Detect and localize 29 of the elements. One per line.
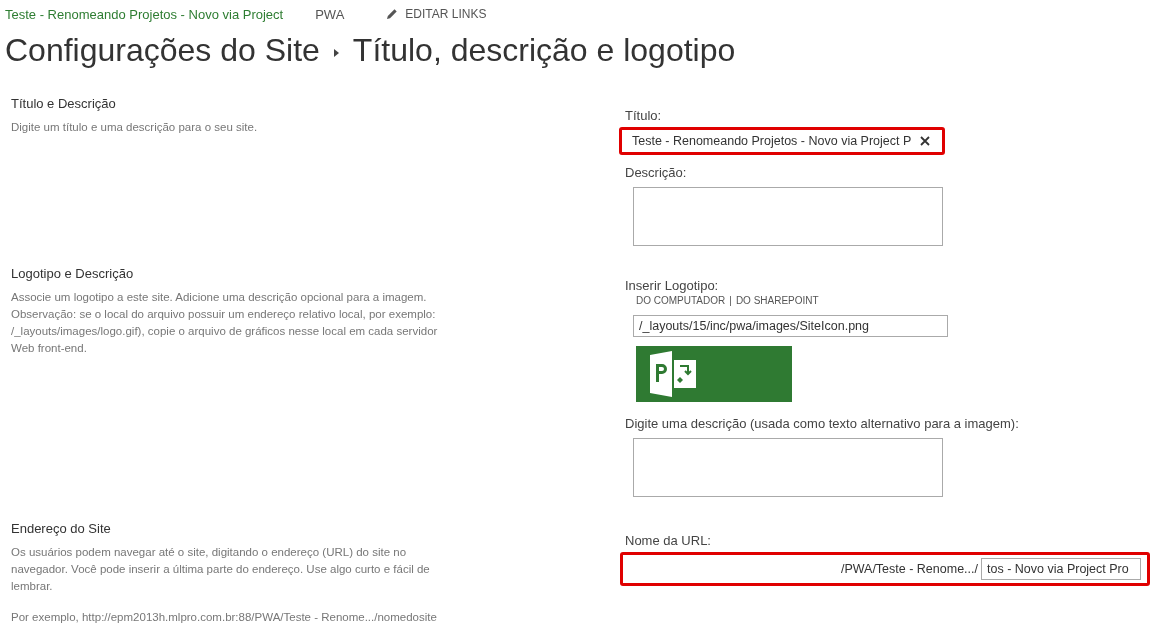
pencil-icon	[386, 8, 399, 20]
separator: |	[729, 295, 732, 306]
caret-icon	[333, 49, 339, 57]
page-title-parent[interactable]: Configurações do Site	[5, 31, 320, 69]
site-link[interactable]: Teste - Renomeando Projetos - Novo via Project	[5, 6, 284, 22]
logo-path-field[interactable]: /_layouts/15/inc/pwa/images/SiteIcon.png	[633, 315, 948, 337]
section-heading: Logotipo e Descrição	[11, 266, 135, 281]
section-description: Por exemplo, http://epm2013h.mlpro.com.br:88/PWA/Teste - Renome.../nomedosite	[11, 610, 438, 625]
page-title: Título, descrição e logotipo	[352, 31, 736, 69]
field-label: Inserir Logotipo:	[625, 278, 720, 293]
source-link[interactable]: DO SHAREPOINT	[735, 295, 819, 306]
field-label: Nome da URL:	[625, 533, 712, 548]
section-heading: Título e Descrição	[11, 96, 117, 111]
edit-links-link[interactable]: EDITAR LINKS	[386, 7, 487, 21]
field-label: Título:	[625, 108, 663, 123]
pwa-link[interactable]: PWA	[315, 6, 345, 22]
section-heading: Endereço do Site	[11, 521, 112, 536]
project-logo-icon	[636, 346, 792, 402]
description-input-field[interactable]	[633, 187, 943, 246]
description-input-field[interactable]	[633, 438, 943, 497]
field-label: Descrição:	[625, 165, 688, 180]
clear-icon[interactable]	[920, 136, 930, 146]
section-description: Os usuários podem navegar até o site, digitando o endereço (URL) do site no navegador. Você pode inserir a última parte do endereço. Use algo curto e fácil de lembrar.	[11, 545, 431, 594]
url-name-field[interactable]: tos - Novo via Project Pro	[981, 558, 1141, 580]
section-description: Digite um título e uma descrição para o seu site.	[11, 120, 259, 135]
source-link[interactable]: DO COMPUTADOR	[636, 295, 726, 306]
section-description: Associe um logotipo a este site. Adicione uma descrição opcional para a imagem. Observação: se o local do arquivo possuir um endereço relativo local, por exemplo: /_layouts/images/logo.gif), copie o arquivo de gráficos nesse local em cada servidor Web front-end.	[11, 290, 439, 356]
field-label: Digite uma descrição (usada como texto alternativo para a imagem):	[625, 416, 1020, 431]
url-prefix: /PWA/Teste - Renome.../	[840, 562, 978, 576]
